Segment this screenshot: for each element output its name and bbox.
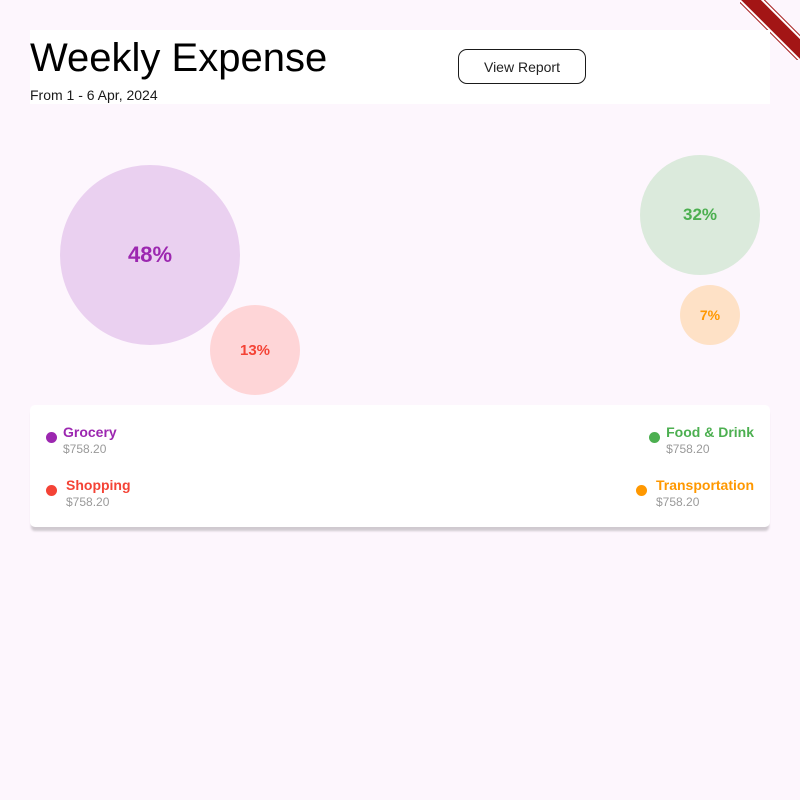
bubble-food-drink-percent: 32% [682, 205, 718, 224]
header: Weekly Expense From 1 - 6 Apr, 2024 View… [30, 30, 770, 104]
legend-item-food-drink: Food & Drink $758.20 [649, 423, 754, 457]
bubble-transportation-percent: 7% [699, 307, 721, 323]
legend-dot-grocery [46, 432, 57, 443]
legend-label-food-drink: Food & Drink [666, 424, 754, 440]
legend-label-transportation: Transportation [655, 477, 754, 493]
bubble-shopping-percent: 13% [239, 341, 271, 359]
legend-card: Grocery $758.20 Food & Drink $758.20 Sho… [30, 405, 770, 527]
date-range: From 1 - 6 Apr, 2024 [30, 87, 158, 103]
legend-item-transportation: Transportation $758.20 [635, 476, 754, 510]
bubble-food-drink: 32% [640, 155, 760, 275]
view-report-button[interactable]: View Report [458, 49, 586, 84]
legend-amount-grocery: $758.20 [63, 442, 107, 456]
legend-dot-transportation [635, 485, 647, 496]
bubble-transportation: 7% [680, 285, 740, 345]
legend-dot-shopping [46, 485, 57, 496]
legend-label-grocery: Grocery [63, 424, 117, 440]
legend-item-shopping: Shopping $758.20 [46, 476, 131, 510]
page-title: Weekly Expense [30, 36, 328, 80]
legend-dot-food-drink [649, 432, 661, 443]
legend-amount-food-drink: $758.20 [666, 442, 710, 456]
bubble-grocery-percent: 48% [127, 242, 173, 267]
legend-amount-transportation: $758.20 [655, 495, 700, 509]
bubble-grocery: 48% [60, 165, 240, 345]
bubble-shopping: 13% [210, 305, 300, 395]
legend-item-grocery: Grocery $758.20 [46, 423, 117, 457]
legend-label-shopping: Shopping [66, 477, 131, 493]
legend-amount-shopping: $758.20 [66, 495, 110, 509]
